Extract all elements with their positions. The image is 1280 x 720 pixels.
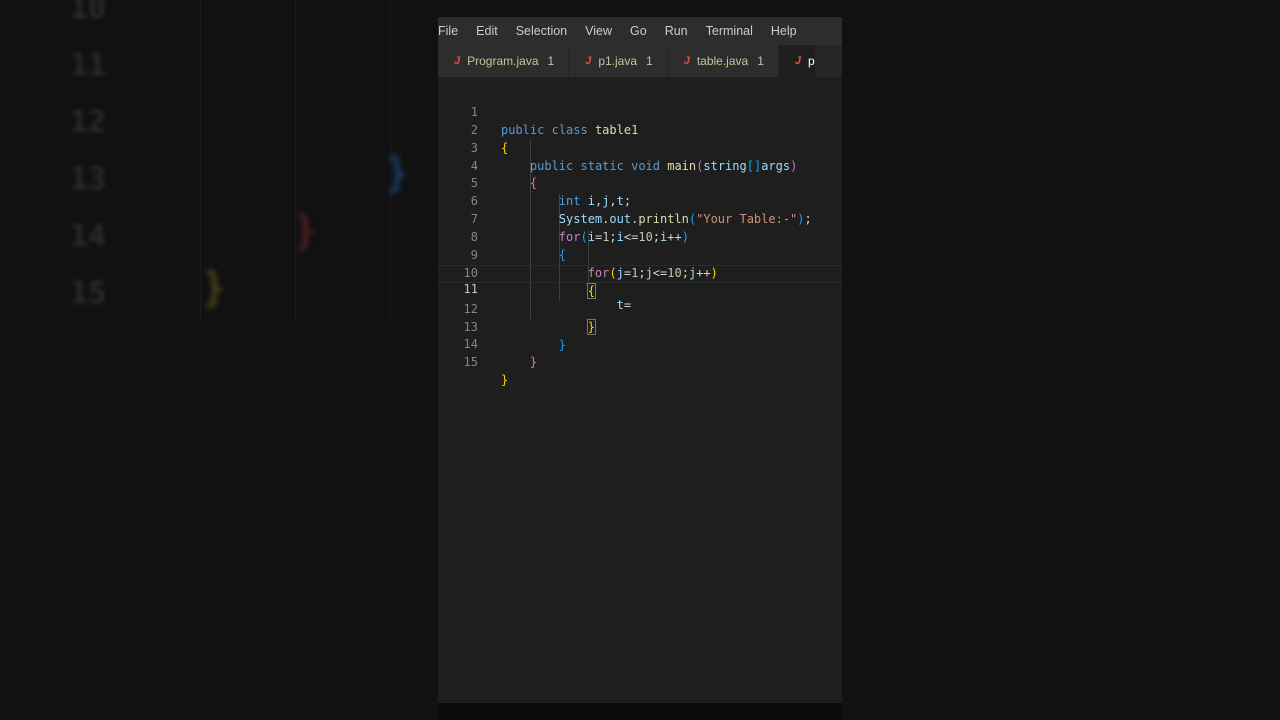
code-line: 10 { bbox=[438, 247, 842, 299]
menu-bar: File Edit Selection View Go Run Terminal… bbox=[438, 17, 842, 45]
background-guide bbox=[200, 0, 201, 320]
menu-file[interactable]: File bbox=[438, 24, 467, 38]
background-brace: } bbox=[385, 150, 410, 196]
tab-label: p bbox=[808, 54, 815, 68]
code-line: 15 } bbox=[438, 336, 842, 387]
code-line: 8 { bbox=[438, 211, 842, 262]
java-file-icon: J bbox=[585, 55, 592, 67]
code-line: 6 System.out.println("Your Table:-"); bbox=[438, 175, 842, 226]
problem-count-badge: 1 bbox=[757, 54, 764, 68]
background-line-numbers: 10 11 12 13 14 15 bbox=[70, 0, 107, 311]
code-line-text: } bbox=[529, 355, 538, 370]
tab-label: Program.java bbox=[467, 54, 539, 68]
code-line: 9 for(j=1;j<=10;j++) bbox=[438, 229, 842, 280]
code-line: 4 { bbox=[438, 140, 842, 191]
tab-table-java[interactable]: J table.java 1 bbox=[667, 45, 779, 77]
java-file-icon: J bbox=[454, 55, 461, 67]
code-area[interactable]: 1 public class table1 2 { 3 public stati… bbox=[438, 77, 842, 387]
background-guide bbox=[295, 0, 296, 320]
code-line: 5 int i,j,t; bbox=[438, 158, 842, 208]
code-line: 2 { bbox=[438, 104, 842, 155]
bottom-strip bbox=[438, 703, 842, 720]
tab-active-file[interactable]: J p bbox=[778, 45, 816, 77]
tab-label: table.java bbox=[696, 54, 749, 68]
editor-tab-bar: J Program.java 1 J p1.java 1 J table.jav… bbox=[438, 45, 842, 77]
code-line: 7 for(i=1;i<=10;i++) bbox=[438, 193, 842, 244]
menu-go[interactable]: Go bbox=[621, 24, 656, 38]
background-brace: } bbox=[293, 208, 318, 254]
tab-p1-java[interactable]: J p1.java 1 bbox=[569, 45, 668, 77]
problem-count-badge: 1 bbox=[547, 54, 555, 68]
java-file-icon: J bbox=[794, 55, 802, 67]
menu-edit[interactable]: Edit bbox=[467, 24, 507, 38]
code-line: 1 public class table1 bbox=[438, 86, 842, 137]
code-line: 14 } bbox=[438, 319, 842, 369]
code-line-current: 11 t= bbox=[438, 264, 842, 312]
code-line-text: } bbox=[501, 373, 509, 388]
java-file-icon: J bbox=[683, 55, 690, 67]
line-number: 15 bbox=[463, 355, 478, 370]
background-brace: } bbox=[202, 265, 227, 311]
menu-help[interactable]: Help bbox=[762, 24, 806, 38]
tab-label: p1.java bbox=[598, 54, 638, 68]
code-line: 12 } bbox=[438, 283, 842, 335]
menu-selection[interactable]: Selection bbox=[507, 24, 576, 38]
code-line: 3 public static void main(string[]args) bbox=[438, 122, 842, 173]
code-line: 13 } bbox=[438, 301, 842, 352]
menu-run[interactable]: Run bbox=[656, 24, 697, 38]
tab-program-java[interactable]: J Program.java 1 bbox=[438, 45, 570, 77]
menu-view[interactable]: View bbox=[576, 24, 621, 38]
problem-count-badge: 1 bbox=[646, 54, 653, 68]
code-editor-window: File Edit Selection View Go Run Terminal… bbox=[438, 17, 842, 703]
menu-terminal[interactable]: Terminal bbox=[697, 24, 762, 38]
